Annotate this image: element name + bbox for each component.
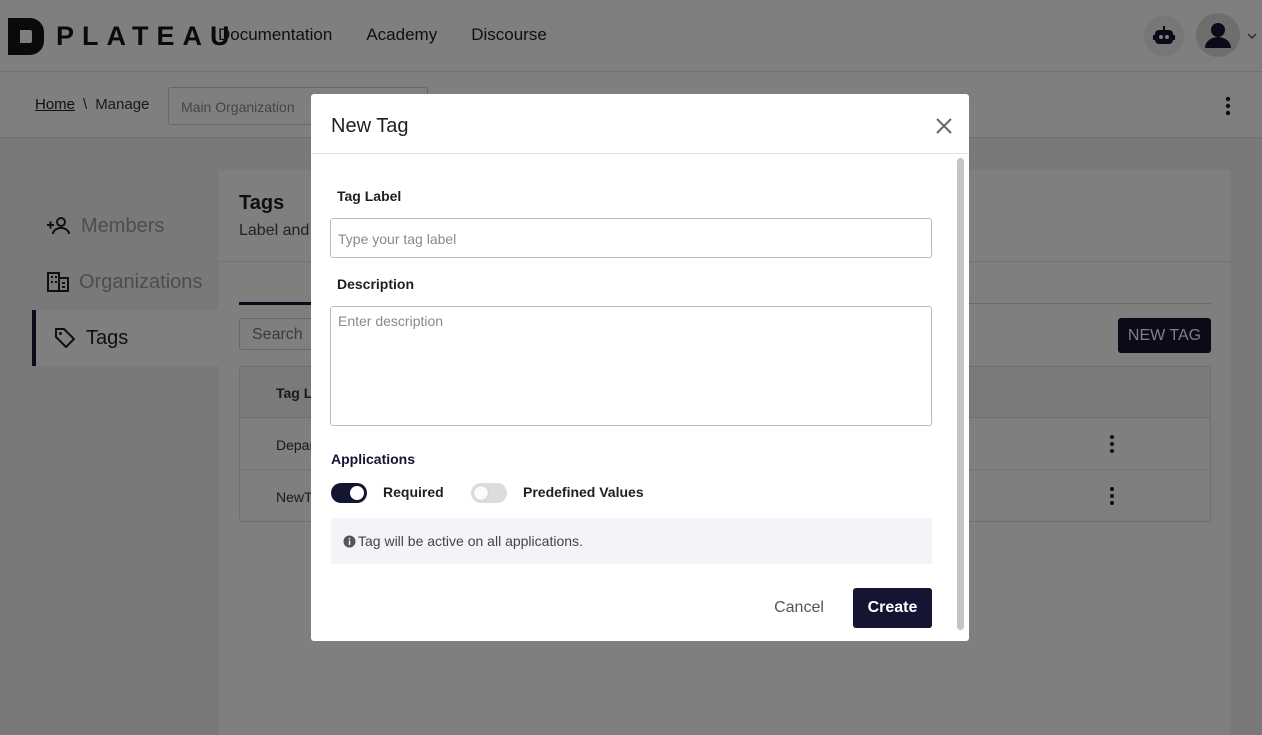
dialog-header: New Tag [311,94,969,154]
new-tag-dialog: New Tag Tag Label Type your tag label De… [311,94,969,641]
info-text: Tag will be active on all applications. [358,533,583,549]
tag-label-label: Tag Label [337,188,402,204]
description-textarea[interactable]: Enter description [330,306,932,426]
required-toggle[interactable] [331,483,367,503]
required-label: Required [383,484,444,500]
close-icon[interactable] [934,116,954,136]
description-label: Description [337,276,415,292]
create-button[interactable]: Create [853,588,932,628]
applications-heading: Applications [331,451,416,467]
info-icon [343,535,356,547]
info-banner: Tag will be active on all applications. [331,518,932,564]
cancel-button[interactable]: Cancel [763,588,835,628]
tag-label-input[interactable]: Type your tag label [330,218,932,258]
dialog-title: New Tag [331,115,409,137]
dialog-scrollbar[interactable] [957,158,964,630]
predefined-values-toggle[interactable] [471,483,507,503]
toggle-knob [350,486,364,500]
predefined-values-label: Predefined Values [523,484,644,500]
toggle-knob [474,486,488,500]
